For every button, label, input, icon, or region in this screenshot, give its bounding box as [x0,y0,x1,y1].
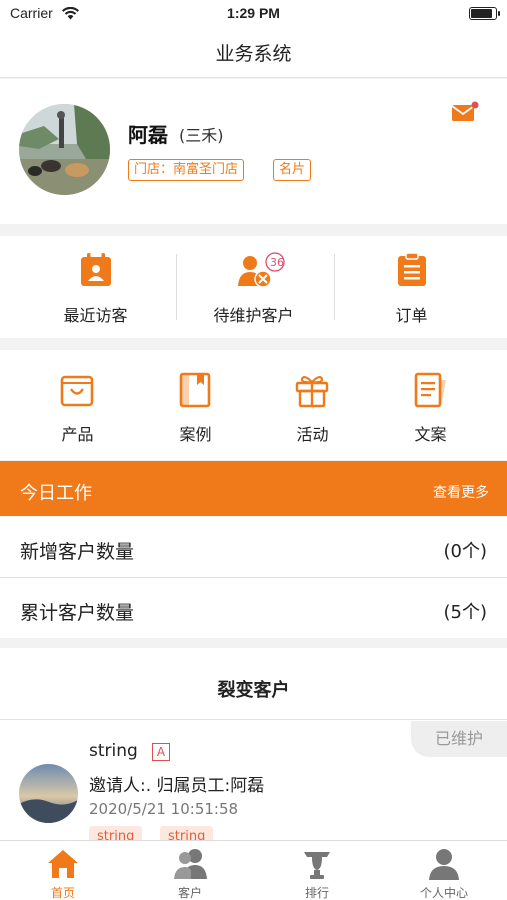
tab-home[interactable]: 首页 [0,841,126,900]
page-title: 业务系统 [215,43,292,65]
tab-ranking[interactable]: 排行 [254,841,380,900]
customer-name: string [89,741,138,761]
battery-level [471,9,492,18]
view-more-link[interactable]: 查看更多 [433,482,489,502]
tab-label-profile: 个人中心 [419,886,468,900]
grid-label-copywriting: 文案 [414,425,447,444]
avatar[interactable] [19,104,110,195]
trophy-icon [300,847,334,885]
grid-label-activities: 活动 [296,425,329,444]
stat-row-total-customers[interactable]: 累计客户数量 (5个) [0,578,507,638]
users-icon [173,847,211,885]
battery-icon [469,7,500,20]
user-alias: (三禾) [179,126,224,145]
grid-label-cases: 案例 [179,425,212,444]
customer-referral-info: 邀请人:. 归属员工:阿磊 [89,776,265,796]
tab-bar: 首页 客户 排行 个人中心 [0,840,507,900]
customer-tag: string [89,826,143,840]
shopping-bag-icon [59,372,95,412]
pending-badge-count: 36 [270,256,284,269]
tab-label-home: 首页 [50,886,75,900]
stat-label: 新增客户数量 [20,541,135,563]
grid-item-activities[interactable]: 活动 [254,350,371,460]
calendar-user-icon [79,252,113,292]
grid-item-products[interactable]: 产品 [19,350,136,460]
quick-label-pending-customers: 待维护客户 [213,306,294,325]
stat-value: (0个) [443,541,488,562]
customer-level-mark: A [152,743,170,761]
grid-label-products: 产品 [61,425,94,444]
tab-label-customers: 客户 [177,886,202,900]
quick-recent-visitors[interactable]: 最近访客 [11,236,180,338]
business-card-tag[interactable]: 名片 [273,159,312,181]
mail-icon[interactable] [451,101,479,127]
tab-customers[interactable]: 客户 [127,841,253,900]
customer-tag: string [160,826,214,840]
quick-orders[interactable]: 订单 [327,236,496,338]
status-badge: 已维护 [411,721,507,757]
quick-pending-customers[interactable]: 36 待维护客户 [169,236,338,338]
tab-label-ranking: 排行 [304,886,329,900]
quick-label-orders: 订单 [395,306,428,325]
clipboard-icon [395,252,429,292]
profile-card[interactable]: 阿磊 (三禾) 门店：南富圣门店 名片 [0,79,507,224]
stat-row-new-customers[interactable]: 新增客户数量 (0个) [0,517,507,577]
section-title: 裂变客户 [217,680,290,701]
user-name: 阿磊 [128,123,168,147]
navigation-bar: 业务系统 [0,28,507,78]
grid-item-cases[interactable]: 案例 [137,350,254,460]
fission-customers-section: 裂变客户 已维护 string A 邀请人:. 归属员工:阿磊 2020/5/2… [0,648,507,840]
stat-value: (5个) [443,602,488,623]
customer-avatar [19,764,78,823]
divider [0,719,507,720]
today-work-title: 今日工作 [20,483,92,504]
book-icon [177,372,213,412]
quick-actions: 最近访客 36 待维护客户 订单 [0,236,507,338]
store-tag: 门店：南富圣门店 [128,159,245,181]
today-work-header: 今日工作 查看更多 [0,461,507,516]
person-icon [427,847,461,885]
feature-grid: 产品 案例 活动 文案 [0,350,507,460]
clock: 1:29 PM [227,5,280,21]
gift-icon [294,372,330,412]
quick-label-recent-visitors: 最近访客 [63,306,128,325]
tab-profile[interactable]: 个人中心 [381,841,507,900]
status-bar: Carrier 1:29 PM [0,0,507,28]
customer-timestamp: 2020/5/21 10:51:58 [89,800,239,818]
grid-item-copywriting[interactable]: 文案 [372,350,489,460]
document-icon [412,372,448,412]
stat-label: 累计客户数量 [20,602,135,624]
home-icon [46,847,80,885]
